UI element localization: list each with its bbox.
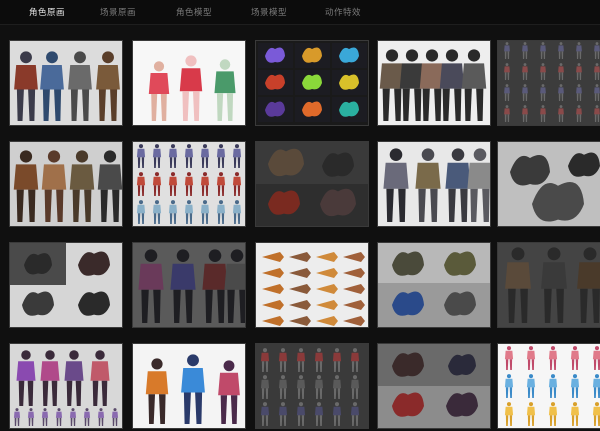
artwork-image [378, 142, 490, 226]
artwork-image [498, 41, 600, 125]
gallery-thumbnail[interactable] [377, 242, 491, 328]
artwork-image [133, 142, 245, 226]
gallery-thumbnail[interactable] [497, 40, 600, 126]
gallery-thumbnail[interactable] [377, 40, 491, 126]
artwork-image [256, 41, 368, 125]
artwork-image [498, 142, 600, 226]
category-tab-bar: 角色原画 场景原画 角色模型 场景模型 动作特效 [0, 0, 600, 25]
artwork-image [498, 344, 600, 428]
artwork-image [133, 41, 245, 125]
gallery-thumbnail[interactable] [255, 343, 369, 429]
artwork-image [256, 142, 368, 226]
gallery-thumbnail[interactable] [132, 40, 246, 126]
gallery-thumbnail[interactable] [377, 343, 491, 429]
artwork-image [256, 243, 368, 327]
app-window: 角色原画 场景原画 角色模型 场景模型 动作特效 [0, 0, 600, 431]
gallery-thumbnail[interactable] [255, 242, 369, 328]
artwork-image [133, 243, 245, 327]
gallery-thumbnail[interactable] [497, 343, 600, 429]
tab-motion-effects[interactable]: 动作特效 [325, 6, 361, 18]
tab-character-concept-art[interactable]: 角色原画 [29, 6, 65, 18]
artwork-image [378, 243, 490, 327]
artwork-image [133, 344, 245, 428]
gallery-thumbnail[interactable] [497, 141, 600, 227]
gallery-thumbnail[interactable] [132, 141, 246, 227]
artwork-image [498, 243, 600, 327]
gallery-thumbnail[interactable] [132, 242, 246, 328]
tab-scene-model[interactable]: 场景模型 [251, 6, 287, 18]
artwork-image [378, 344, 490, 428]
gallery-thumbnail[interactable] [9, 141, 123, 227]
artwork-image [10, 344, 122, 428]
gallery-thumbnail[interactable] [9, 40, 123, 126]
gallery-thumbnail[interactable] [9, 343, 123, 429]
tab-scene-concept-art[interactable]: 场景原画 [100, 6, 136, 18]
artwork-gallery-grid [0, 24, 600, 431]
gallery-thumbnail[interactable] [255, 141, 369, 227]
artwork-image [378, 41, 490, 125]
gallery-thumbnail[interactable] [377, 141, 491, 227]
artwork-image [10, 41, 122, 125]
tab-character-model[interactable]: 角色模型 [176, 6, 212, 18]
artwork-image [256, 344, 368, 428]
gallery-thumbnail[interactable] [497, 242, 600, 328]
artwork-image [10, 142, 122, 226]
gallery-thumbnail[interactable] [9, 242, 123, 328]
gallery-thumbnail[interactable] [255, 40, 369, 126]
artwork-image [10, 243, 122, 327]
gallery-thumbnail[interactable] [132, 343, 246, 429]
